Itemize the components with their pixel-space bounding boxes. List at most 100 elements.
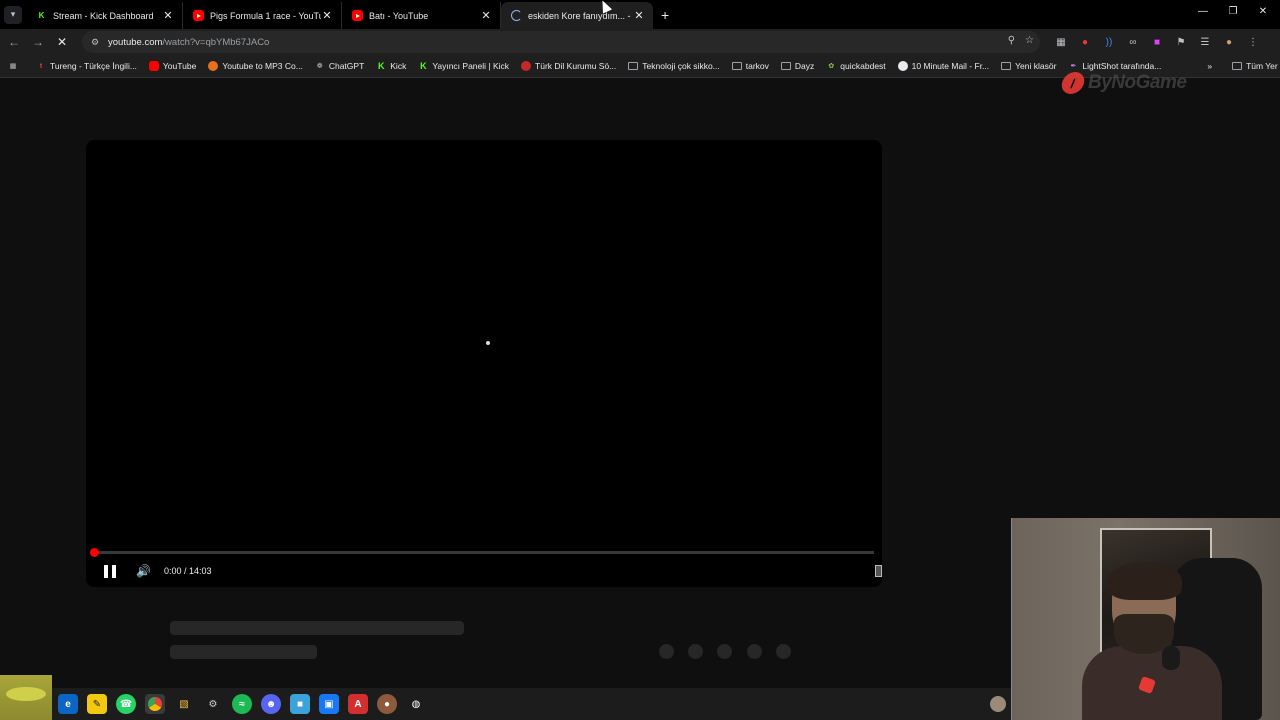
folder-icon [1001,62,1012,70]
bookmark-label: Dayz [794,61,815,71]
tab-title: Batı - YouTube [369,10,429,21]
scrubber-handle[interactable] [90,548,99,557]
extensions-puzzle-icon[interactable]: ⚑ [1172,34,1190,50]
more-bookmarks-icon[interactable]: » [1207,61,1212,71]
tab-pigs-formula[interactable]: Pigs Formula 1 race - YouTube ✕ [183,2,342,29]
folder-icon [1232,62,1243,70]
minimize-icon[interactable]: — [1188,6,1218,17]
app-window-icon[interactable]: ▣ [319,694,339,714]
bookmark-label: Teknoloji çok sikko... [642,61,720,71]
folder-icon [731,62,742,70]
restore-icon[interactable]: ❐ [1218,6,1248,17]
extension-grid-icon[interactable]: ▦ [1052,34,1070,50]
profile-avatar-icon[interactable]: ● [1220,34,1238,50]
whatsapp-icon[interactable]: ☎ [116,694,136,714]
bookmark-label: Yeni klasör [1015,61,1057,71]
tab-bati[interactable]: Batı - YouTube ✕ [342,2,501,29]
tab-kick-dashboard[interactable]: K Stream - Kick Dashboard ✕ [26,2,183,29]
close-icon[interactable]: ✕ [162,9,174,22]
bookmark-10minutemail[interactable]: 10 Minute Mail - Fr... [897,61,990,71]
bookmark-lightshot[interactable]: ✒ LightShot tarafında... [1068,61,1161,71]
tab-active-video[interactable]: eskiden Kore fanıydım... - YouTube ✕ [501,2,653,29]
bookmark-tdk[interactable]: Türk Dil Kurumu Sö... [521,61,616,71]
notes-icon[interactable]: ✎ [87,694,107,714]
obs-icon[interactable]: ◍ [406,694,426,714]
chrome-icon[interactable] [145,694,165,714]
close-icon[interactable]: ✕ [480,9,492,22]
spotify-icon[interactable]: ≈ [232,694,252,714]
action-skeleton [717,644,732,659]
back-button[interactable]: ← [2,35,26,49]
extension-red-icon[interactable]: ● [1076,34,1094,50]
close-icon[interactable]: ✕ [633,9,645,22]
subtitle-skeleton [170,645,317,659]
player-controls: 🔊 0:00 / 14:03 [86,560,882,582]
media-control-icon[interactable]: ☰ [1196,34,1214,50]
all-bookmarks-folder[interactable]: Tüm Yer İşaretleri [1232,61,1280,71]
extension-wave-icon[interactable]: )) [1100,34,1118,50]
bookmark-kick-panel[interactable]: K Yayıncı Paneli | Kick [418,61,509,71]
bookmark-youtube[interactable]: YouTube [148,61,196,71]
address-bar[interactable]: ⚙ youtube.com/watch?v=qbYMb67JACo ⚲ ☆ [82,31,1040,53]
bookmark-label: Tüm Yer İşaretleri [1246,61,1280,71]
video-player[interactable]: 🔊 0:00 / 14:03 [86,140,882,587]
close-window-icon[interactable]: ✕ [1248,6,1278,17]
acrobat-icon[interactable]: A [348,694,368,714]
bookmark-folder-tarkov[interactable]: tarkov [731,61,769,71]
miniplayer-icon[interactable] [875,565,882,577]
menu-dots-icon[interactable]: ⋮ [1244,34,1262,50]
lightshot-icon: ✒ [1070,63,1077,70]
discord-icon[interactable]: ☻ [261,694,281,714]
pause-button[interactable] [104,564,116,578]
bookmark-folder-yeni[interactable]: Yeni klasör [1001,61,1056,71]
url-domain: youtube.com [108,36,163,48]
microphone [1162,646,1180,670]
volume-icon[interactable]: 🔊 [136,565,151,577]
file-explorer-icon[interactable]: ▧ [174,694,194,714]
bookmark-label: Yayıncı Paneli | Kick [432,61,510,71]
stop-loading-button[interactable]: ✕ [50,35,74,49]
bookmark-chatgpt[interactable]: ❁ ChatGPT [315,61,364,71]
watermark-text: ByNoGame [1088,72,1187,93]
forward-button[interactable]: → [26,35,50,49]
loading-spinner [486,341,490,345]
zoom-icon[interactable]: ⚲ [1008,35,1015,46]
kick-icon: K [420,61,427,71]
new-tab-button[interactable]: + [661,7,669,23]
bookmark-tureng[interactable]: t Tureng - Türkçe İngili... [36,61,137,71]
app-blue-icon[interactable]: ■ [290,694,310,714]
bookmark-kick[interactable]: K Kick [376,61,406,71]
tdk-icon [521,61,532,71]
taskbar-thumbnail [0,675,52,720]
bookmark-star-icon[interactable]: ☆ [1025,35,1034,46]
bookmark-folder-teknoloji[interactable]: Teknoloji çok sikko... [628,61,720,71]
action-skeleton [747,644,762,659]
bookmark-quickabdest[interactable]: ✿ quickabdest [826,61,885,71]
extension-glasses-icon[interactable]: ∞ [1124,34,1142,50]
tray-avatar-icon[interactable] [990,696,1006,712]
apps-icon[interactable]: ▦ [8,61,22,71]
quickabdest-icon: ✿ [828,63,835,70]
url-text[interactable]: youtube.com/watch?v=qbYMb67JACo [108,37,269,48]
site-info-icon[interactable]: ⚙ [88,35,102,49]
bookmark-label: Tureng - Türkçe İngili... [50,61,137,71]
bookmark-label: 10 Minute Mail - Fr... [911,61,990,71]
bookmark-youtube-mp3[interactable]: Youtube to MP3 Co... [208,61,303,71]
tab-title: eskiden Kore fanıydım... - YouTube [528,10,633,21]
progress-bar[interactable] [94,551,874,554]
kick-icon: K [38,11,45,20]
bookmark-label: Youtube to MP3 Co... [222,61,303,71]
folder-icon [628,62,639,70]
app-brown-icon[interactable]: ● [377,694,397,714]
bookmark-folder-dayz[interactable]: Dayz [780,61,815,71]
edge-icon[interactable]: e [58,694,78,714]
webcam-overlay [1011,518,1280,720]
close-icon[interactable]: ✕ [321,9,333,22]
kick-icon: K [378,61,385,71]
steam-icon[interactable]: ⚙ [203,694,223,714]
stream-watermark: / ByNoGame [1059,72,1187,94]
bookmark-label: Kick [390,61,407,71]
loading-icon [511,10,522,21]
tab-search-button[interactable]: ▾ [4,5,22,24]
extension-pink-icon[interactable]: ■ [1148,34,1166,50]
